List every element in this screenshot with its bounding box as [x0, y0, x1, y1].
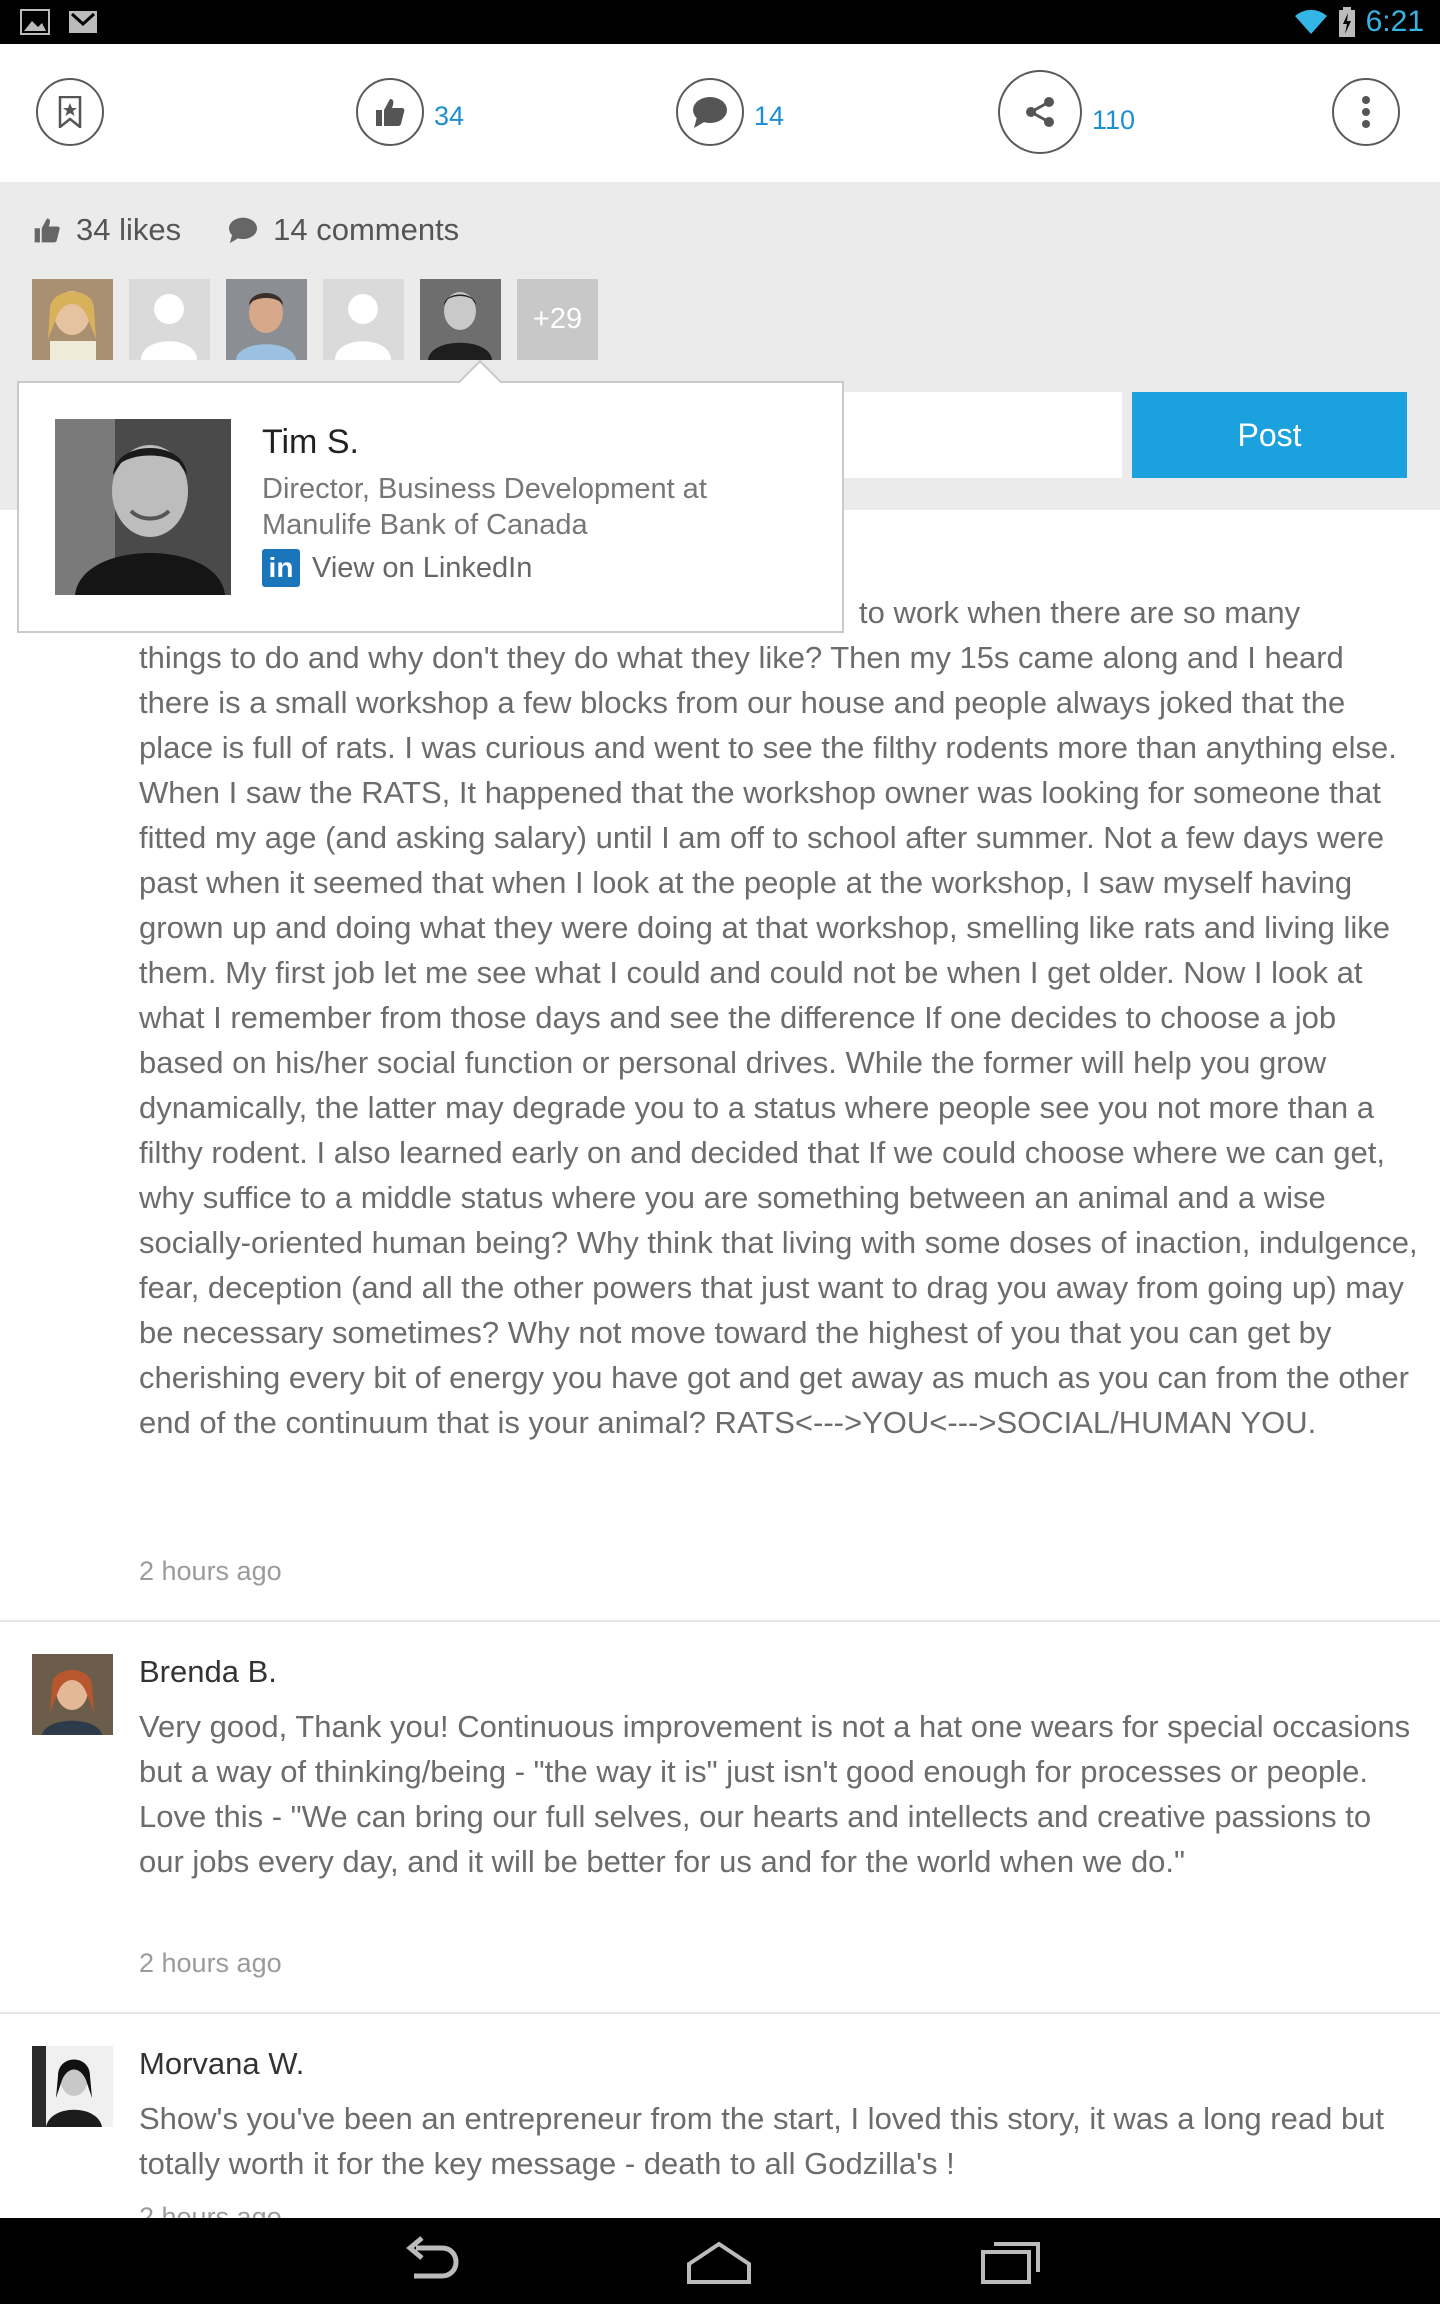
like-count[interactable]: 34: [434, 101, 464, 132]
post-button[interactable]: Post: [1132, 392, 1407, 478]
liker-avatar[interactable]: [323, 279, 404, 360]
profile-hover-card: Tim S. Director, Business Development at…: [17, 359, 844, 633]
home-button[interactable]: [686, 2236, 752, 2291]
clock: 6:21: [1365, 5, 1424, 38]
share-icon: [1026, 97, 1054, 127]
system-navigation-bar: [0, 2218, 1440, 2304]
more-vertical-icon: [1362, 96, 1370, 128]
view-on-linkedin-link[interactable]: in View on LinkedIn: [262, 549, 532, 587]
bookmark-icon: [58, 96, 82, 128]
likes-summary-item[interactable]: 34 likes: [32, 212, 181, 248]
comments-summary-label: 14 comments: [273, 212, 460, 247]
wifi-icon: [1294, 9, 1327, 35]
comment-text: things to do and why don't they do what …: [139, 640, 1418, 1440]
view-on-linkedin-label: View on LinkedIn: [312, 551, 533, 584]
home-icon: [687, 2241, 751, 2284]
like-button[interactable]: 34: [356, 78, 464, 146]
liker-avatar-selected[interactable]: [420, 279, 501, 360]
liker-avatar[interactable]: [129, 279, 210, 360]
save-button[interactable]: [36, 78, 104, 146]
back-arrow-icon: [406, 2236, 459, 2279]
thumbs-up-icon: [376, 99, 405, 126]
commenter-name[interactable]: Brenda B.: [139, 1654, 277, 1690]
battery-charging-icon: [1338, 7, 1355, 37]
profile-headline: Director, Business Development at Manuli…: [262, 473, 707, 541]
comment-text-partial: to work when there are so many: [859, 595, 1301, 630]
comment-text: Very good, Thank you! Continuous improve…: [139, 1709, 1411, 1879]
comment-timestamp: 2 hours ago: [139, 1948, 282, 1978]
liker-avatar[interactable]: [32, 279, 113, 360]
share-button[interactable]: 110: [998, 70, 1135, 154]
likers-avatar-row: +29: [32, 279, 598, 360]
back-button[interactable]: [398, 2236, 460, 2291]
more-likers-badge[interactable]: +29: [517, 279, 598, 360]
gmail-notification-icon: [69, 11, 97, 33]
commenter-avatar[interactable]: [32, 1654, 113, 1735]
share-count[interactable]: 110: [1092, 105, 1135, 136]
divider: [0, 2012, 1440, 2014]
likes-summary-label: 34 likes: [76, 212, 182, 247]
gallery-notification-icon: [20, 9, 50, 35]
comment-button[interactable]: 14: [676, 78, 784, 146]
profile-photo: [55, 419, 231, 595]
speech-bubble-icon: [693, 97, 727, 128]
thumbs-up-icon: [34, 218, 60, 243]
divider: [0, 1620, 1440, 1622]
recent-apps-icon: [981, 2242, 1040, 2284]
speech-bubble-icon: [229, 217, 258, 244]
linkedin-icon: in: [262, 549, 300, 587]
liker-avatar[interactable]: [226, 279, 307, 360]
profile-name[interactable]: Tim S.: [262, 423, 359, 462]
commenter-avatar[interactable]: [32, 2046, 113, 2127]
overflow-menu-button[interactable]: [1332, 78, 1400, 146]
comment-timestamp: 2 hours ago: [139, 1556, 282, 1586]
commenter-name[interactable]: Morvana W.: [139, 2046, 304, 2082]
comment-text: Show's you've been an entrepreneur from …: [139, 2101, 1385, 2181]
status-bar: 6:21: [0, 0, 1440, 44]
likes-summary: 34 likes 14 comments: [32, 212, 505, 248]
comment-count[interactable]: 14: [754, 101, 784, 132]
recent-apps-button[interactable]: [980, 2236, 1044, 2291]
post-action-toolbar: 34 14 110: [0, 44, 1440, 182]
comments-summary-item[interactable]: 14 comments: [227, 212, 459, 248]
